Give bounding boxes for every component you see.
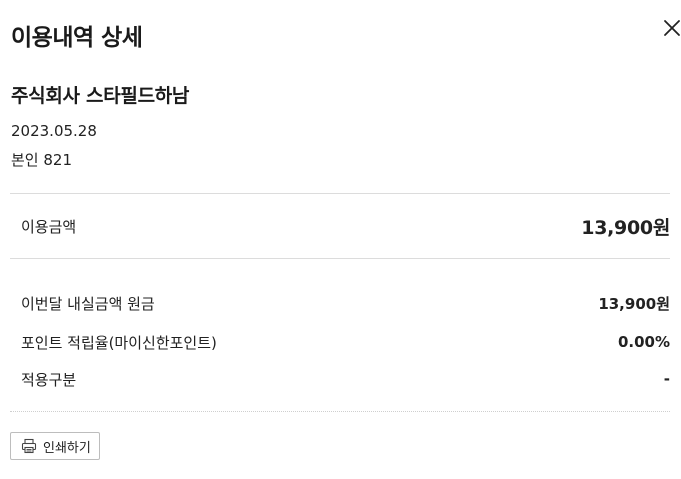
divider bbox=[10, 258, 670, 259]
detail-label: 포인트 적립율(마이신한포인트) bbox=[21, 333, 217, 352]
amount-value: 13,900원 bbox=[581, 216, 670, 239]
detail-row-principal: 이번달 내실금액 원금 13,900원 bbox=[21, 292, 670, 314]
detail-label: 적용구분 bbox=[21, 370, 77, 389]
amount-label: 이용금액 bbox=[21, 217, 77, 236]
detail-value: 0.00% bbox=[617, 333, 670, 351]
transaction-detail-modal: 이용내역 상세 주식회사 스타필드하남 2023.05.28 본인 821 이용… bbox=[0, 0, 681, 479]
transaction-date: 2023.05.28 bbox=[11, 122, 97, 140]
merchant-name: 주식회사 스타필드하남 bbox=[11, 85, 190, 107]
close-icon bbox=[664, 20, 680, 36]
print-button-label: 인쇄하기 bbox=[43, 440, 91, 456]
printer-icon bbox=[21, 438, 37, 454]
detail-row-category: 적용구분 - bbox=[21, 368, 670, 390]
modal-title: 이용내역 상세 bbox=[11, 25, 143, 51]
amount-row: 이용금액 13,900원 bbox=[21, 212, 670, 240]
detail-value: 13,900원 bbox=[598, 294, 670, 313]
detail-value: - bbox=[663, 370, 670, 388]
close-button[interactable] bbox=[660, 16, 681, 40]
detail-label: 이번달 내실금액 원금 bbox=[21, 294, 155, 313]
divider bbox=[10, 411, 670, 412]
print-button[interactable]: 인쇄하기 bbox=[10, 432, 100, 460]
card-info: 본인 821 bbox=[11, 151, 72, 169]
detail-row-point-rate: 포인트 적립율(마이신한포인트) 0.00% bbox=[21, 331, 670, 353]
divider bbox=[10, 193, 670, 194]
